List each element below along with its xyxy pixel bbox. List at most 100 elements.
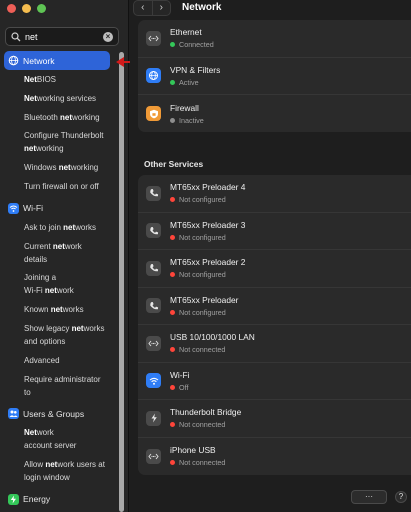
more-actions-button[interactable]: ···	[351, 490, 387, 504]
sidebar-result-item[interactable]: NetBIOS	[24, 73, 118, 86]
service-name: MT65xx Preloader 2	[170, 257, 246, 268]
users-icon	[8, 408, 19, 420]
status-text: Active	[179, 77, 199, 87]
main-pane: ‹ › Network Ethernet Connected › VPN & Filt…	[130, 0, 411, 512]
sidebar-result-label: and options	[24, 336, 66, 346]
sidebar-scrollbar[interactable]	[119, 52, 124, 512]
forward-button[interactable]: ›	[151, 1, 171, 15]
service-text: iPhone USB Not connected	[170, 445, 225, 467]
service-status: Not configured	[170, 233, 245, 242]
service-row[interactable]: Wi-FiOff›	[138, 363, 411, 400]
service-status: Inactive	[170, 116, 204, 125]
sidebar-result-label: Networking services	[24, 93, 97, 103]
service-status: Connected	[170, 40, 214, 49]
service-row[interactable]: Thunderbolt BridgeNot connected›	[138, 400, 411, 438]
status-text: Not connected	[179, 345, 226, 355]
ethernet-icon	[146, 30, 161, 46]
sidebar-item-energy[interactable]: Energy	[4, 490, 110, 509]
sidebar-result-label: networking	[24, 144, 64, 154]
sidebar-result-item[interactable]: Configure Thunderbolt networking	[24, 129, 118, 155]
sidebar-item-network[interactable]: Network	[4, 51, 110, 70]
help-button[interactable]: ?	[395, 491, 407, 503]
service-row[interactable]: USB 10/100/1000 LANNot connected›	[138, 325, 411, 363]
sidebar-result-label: account server	[24, 441, 77, 451]
sidebar-result-item[interactable]: Advanced	[24, 354, 118, 367]
sidebar-item-label: Energy	[23, 494, 51, 505]
sidebar-item-label: Wi-Fi	[23, 203, 44, 214]
service-row[interactable]: EthernetConnected›	[138, 20, 411, 58]
sidebar-result-label: details	[24, 254, 48, 264]
sidebar-result-item[interactable]: Windows networking	[24, 161, 118, 174]
sidebar-result-item[interactable]: Turn firewall on or off	[24, 180, 118, 193]
service-name: MT65xx Preloader 3	[170, 219, 246, 230]
annotation-arrow-head-icon	[116, 57, 124, 67]
sidebar-result-label: Bluetooth networking	[24, 112, 100, 122]
page-title: Network	[182, 2, 222, 13]
sidebar-result-item[interactable]: Ask to join networks	[24, 221, 118, 234]
sidebar-result-item[interactable]: Known networks	[24, 303, 118, 316]
sidebar-result-label: Ask to join networks	[24, 222, 97, 232]
back-button[interactable]: ‹	[134, 1, 152, 15]
minimize-window-button[interactable]	[22, 4, 31, 13]
sidebar-result-item[interactable]: Networking services	[24, 92, 118, 105]
services-group: EthernetConnected›VPN & FiltersActive›Fi…	[138, 20, 411, 132]
service-row[interactable]: MT65xx PreloaderNot configured›	[138, 288, 411, 325]
service-status: Not configured	[170, 308, 238, 317]
service-status: Not configured	[170, 195, 245, 204]
sidebar-results: Network NetBIOS Networking services Blueto…	[0, 51, 118, 509]
search-field[interactable]: net ×	[5, 27, 119, 46]
sidebar-result-item[interactable]: Current network details	[24, 240, 118, 266]
close-window-button[interactable]	[7, 4, 16, 13]
service-row[interactable]: iPhone USBNot connected›	[138, 438, 411, 476]
status-text: Not configured	[179, 232, 226, 242]
service-name: MT65xx Preloader 4	[170, 182, 246, 193]
service-text: MT65xx Preloader 3 Not configured	[170, 220, 245, 242]
status-dot-icon	[170, 234, 175, 240]
sidebar-result-label: Network	[24, 428, 54, 438]
clear-search-icon[interactable]: ×	[103, 31, 113, 42]
wifi-icon	[146, 373, 161, 389]
service-row[interactable]: MT65xx Preloader 2Not configured›	[138, 250, 411, 288]
service-row[interactable]: FirewallInactive›	[138, 95, 411, 132]
phone-icon	[146, 223, 161, 239]
sidebar-result-item[interactable]: Network account server	[24, 426, 118, 452]
bottom-bar: ··· ?	[351, 490, 407, 504]
status-text: Not configured	[179, 270, 226, 280]
status-dot-icon	[170, 79, 175, 85]
service-status: Not configured	[170, 270, 245, 279]
status-dot-icon	[170, 384, 175, 390]
ethernet-icon	[146, 335, 161, 351]
sidebar-result-label: Show legacy networks	[24, 323, 105, 333]
service-row[interactable]: MT65xx Preloader 4Not configured›	[138, 175, 411, 213]
sidebar-item-wifi[interactable]: Wi-Fi	[4, 199, 110, 218]
service-status: Not connected	[170, 458, 225, 467]
service-text: MT65xx Preloader Not configured	[170, 295, 238, 317]
sidebar-result-item[interactable]: Show legacy networks and options	[24, 322, 118, 348]
service-name: MT65xx Preloader	[170, 294, 239, 305]
status-dot-icon	[170, 309, 175, 315]
sidebar-result-item[interactable]: Bluetooth networking	[24, 111, 118, 124]
service-text: USB 10/100/1000 LAN Not connected	[170, 332, 255, 354]
zoom-window-button[interactable]	[37, 4, 46, 13]
sidebar-result-item[interactable]: Require administrator to	[24, 373, 118, 399]
status-text: Inactive	[179, 115, 204, 125]
service-row[interactable]: VPN & FiltersActive›	[138, 58, 411, 95]
search-input[interactable]: net	[25, 32, 103, 42]
status-dot-icon	[170, 422, 175, 428]
sidebar-item-users-groups[interactable]: Users & Groups	[4, 404, 110, 423]
ethernet-icon	[146, 448, 161, 464]
sidebar-result-label: to	[24, 387, 31, 397]
sidebar-result-label: Allow network users at	[24, 460, 105, 470]
sidebar-result-label: Current network	[24, 241, 82, 251]
window-controls	[7, 4, 46, 13]
sidebar-result-item[interactable]: Joining a Wi-Fi network	[24, 271, 118, 297]
globe-icon	[8, 55, 19, 66]
sidebar-result-item[interactable]: Allow network users at login window	[24, 458, 118, 484]
service-status: Not connected	[170, 345, 255, 354]
service-text: VPN & Filters Active	[170, 65, 220, 87]
status-dot-icon	[170, 117, 175, 123]
energy-icon	[8, 493, 19, 505]
service-row[interactable]: MT65xx Preloader 3Not configured›	[138, 213, 411, 250]
service-name: Firewall	[170, 102, 199, 113]
service-name: VPN & Filters	[170, 64, 221, 75]
